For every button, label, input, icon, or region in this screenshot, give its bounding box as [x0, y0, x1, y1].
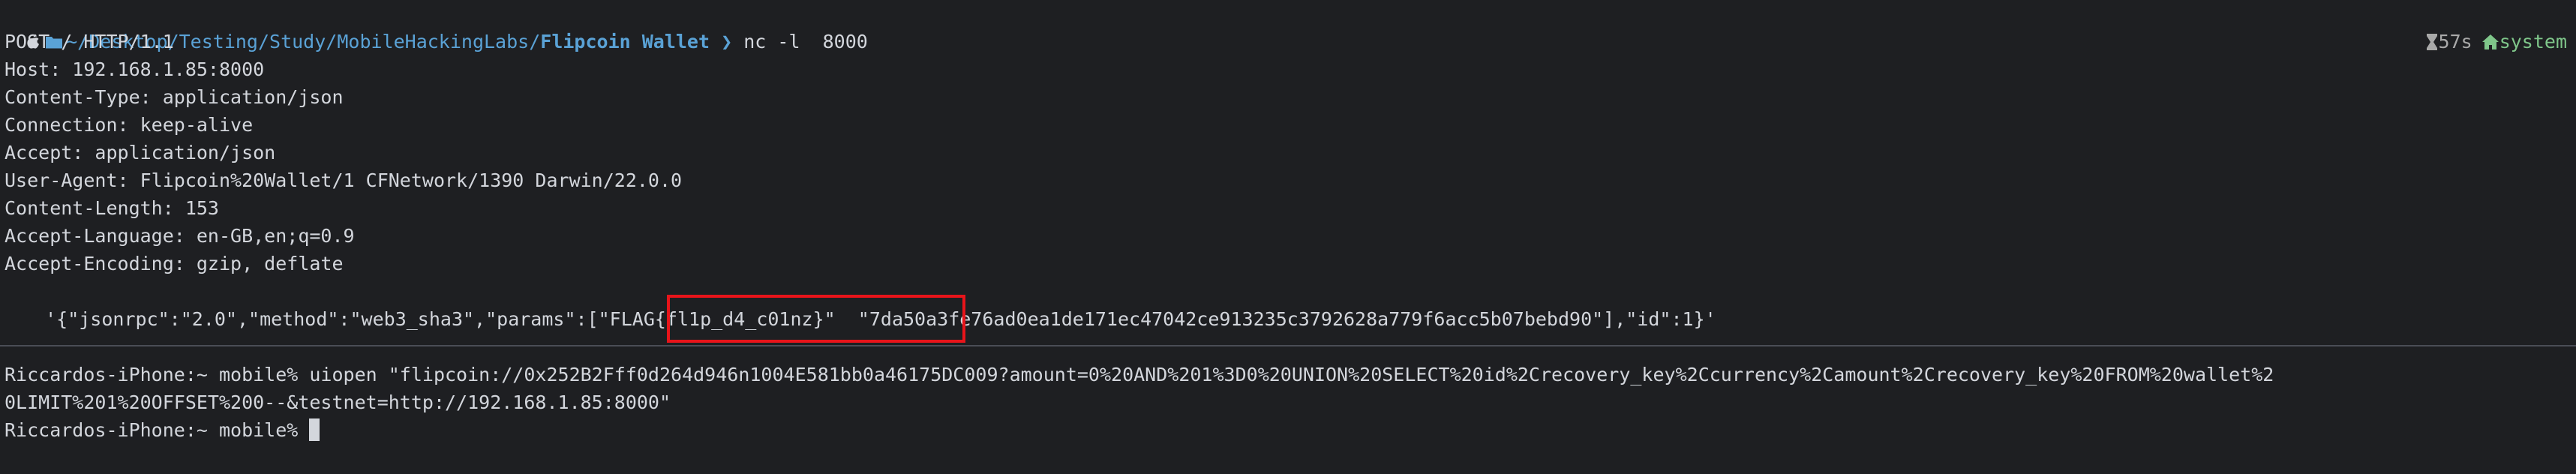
- shell-prompt: Riccardos-iPhone:~ mobile%: [5, 419, 310, 441]
- request-line: Content-Length: 153: [5, 197, 219, 219]
- request-line: POST / HTTP/1.1: [5, 31, 174, 52]
- request-line: Accept-Language: en-GB,en;q=0.9: [5, 225, 355, 247]
- shell-prompt-line[interactable]: Riccardos-iPhone:~ mobile%: [5, 416, 320, 444]
- request-line: Connection: keep-alive: [5, 114, 254, 136]
- duration-text: 57s: [2438, 31, 2472, 52]
- pane-divider: [0, 345, 2576, 346]
- prompt-arrow: ❯: [721, 31, 733, 52]
- shell-line: Riccardos-iPhone:~ mobile% uiopen "flipc…: [5, 364, 2274, 386]
- request-line: Host: 192.168.1.85:8000: [5, 58, 265, 80]
- host-text: system: [2499, 31, 2567, 52]
- home-icon: [2481, 34, 2499, 50]
- shell-line: 0LIMIT%201%20OFFSET%200--&testnet=http:/…: [5, 392, 671, 413]
- status-segment: 57s system: [2402, 0, 2567, 56]
- prompt-command: nc -l 8000: [743, 31, 868, 52]
- text-cursor: [309, 418, 320, 441]
- hourglass-icon: [2426, 34, 2437, 50]
- request-line: User-Agent: Flipcoin%20Wallet/1 CFNetwor…: [5, 170, 683, 191]
- flag-highlight-box: [667, 295, 965, 343]
- request-line: Accept-Encoding: gzip, deflate: [5, 253, 344, 274]
- request-line: Content-Type: application/json: [5, 86, 344, 108]
- request-line: Accept: application/json: [5, 142, 276, 164]
- prompt-directory: Flipcoin Wallet: [540, 31, 710, 52]
